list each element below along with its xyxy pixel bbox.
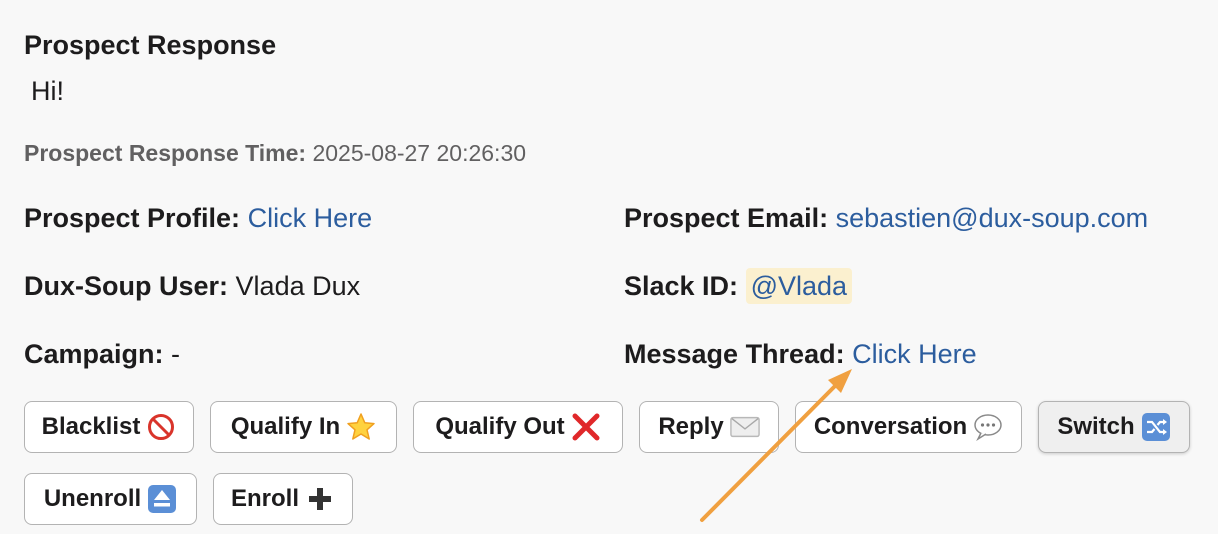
slack-mention[interactable]: @Vlada [745,268,853,304]
unenroll-button[interactable]: Unenroll [24,473,197,525]
enroll-button[interactable]: Enroll [213,473,353,525]
campaign-value: - [171,339,181,369]
message-thread-field: Message Thread: Click Here [624,339,977,370]
prospect-email-label: Prospect Email: [624,203,829,233]
qualify-out-button-label: Qualify Out [435,413,565,440]
dux-soup-user-value: Vlada Dux [235,271,361,301]
response-time-label: Prospect Response Time: [24,140,307,166]
unenroll-button-label: Unenroll [43,485,142,512]
slack-id-label: Slack ID: [624,271,739,301]
prospect-profile-label: Prospect Profile: [24,203,241,233]
qualify-in-button[interactable]: Qualify In [210,401,397,453]
annotation-arrow [700,369,852,522]
prospect-profile-field: Prospect Profile: Click Here [24,203,372,234]
campaign-field: Campaign: - [24,339,180,370]
prospect-response-title: Prospect Response [24,30,277,60]
reply-button[interactable]: Reply [639,401,779,453]
conversation-button[interactable]: Conversation [795,401,1022,453]
switch-button-label: Switch [1057,413,1135,440]
response-time-value: 2025-08-27 20:26:30 [312,140,527,166]
eject-icon [147,484,177,514]
qualify-out-button[interactable]: Qualify Out [413,401,623,453]
blacklist-button[interactable]: Blacklist [24,401,194,453]
no-entry-icon [146,412,176,442]
enroll-button-label: Enroll [230,485,299,512]
prospect-email-field: Prospect Email: sebastien@dux-soup.com [624,203,1148,234]
envelope-icon [729,412,760,442]
message-thread-link[interactable]: Click Here [852,339,977,369]
prospect-response-text: Hi! [31,76,64,106]
conversation-button-label: Conversation [813,413,968,440]
prospect-email-link[interactable]: sebastien@dux-soup.com [836,203,1149,233]
plus-icon [305,484,335,514]
shuffle-icon [1141,412,1171,442]
star-icon [346,412,376,442]
slack-id-field: Slack ID: @Vlada [624,268,853,304]
dux-soup-user-field: Dux-Soup User: Vlada Dux [24,271,360,302]
blacklist-button-label: Blacklist [41,413,141,440]
speech-bubble-icon [973,412,1003,442]
message-thread-label: Message Thread: [624,339,845,369]
response-time: Prospect Response Time: 2025-08-27 20:26… [24,140,526,167]
prospect-profile-link[interactable]: Click Here [248,203,373,233]
qualify-in-button-label: Qualify In [230,413,341,440]
switch-button[interactable]: Switch [1038,401,1190,453]
reply-button-label: Reply [658,413,724,440]
dux-soup-user-label: Dux-Soup User: [24,271,229,301]
red-x-icon [571,412,601,442]
campaign-label: Campaign: [24,339,164,369]
